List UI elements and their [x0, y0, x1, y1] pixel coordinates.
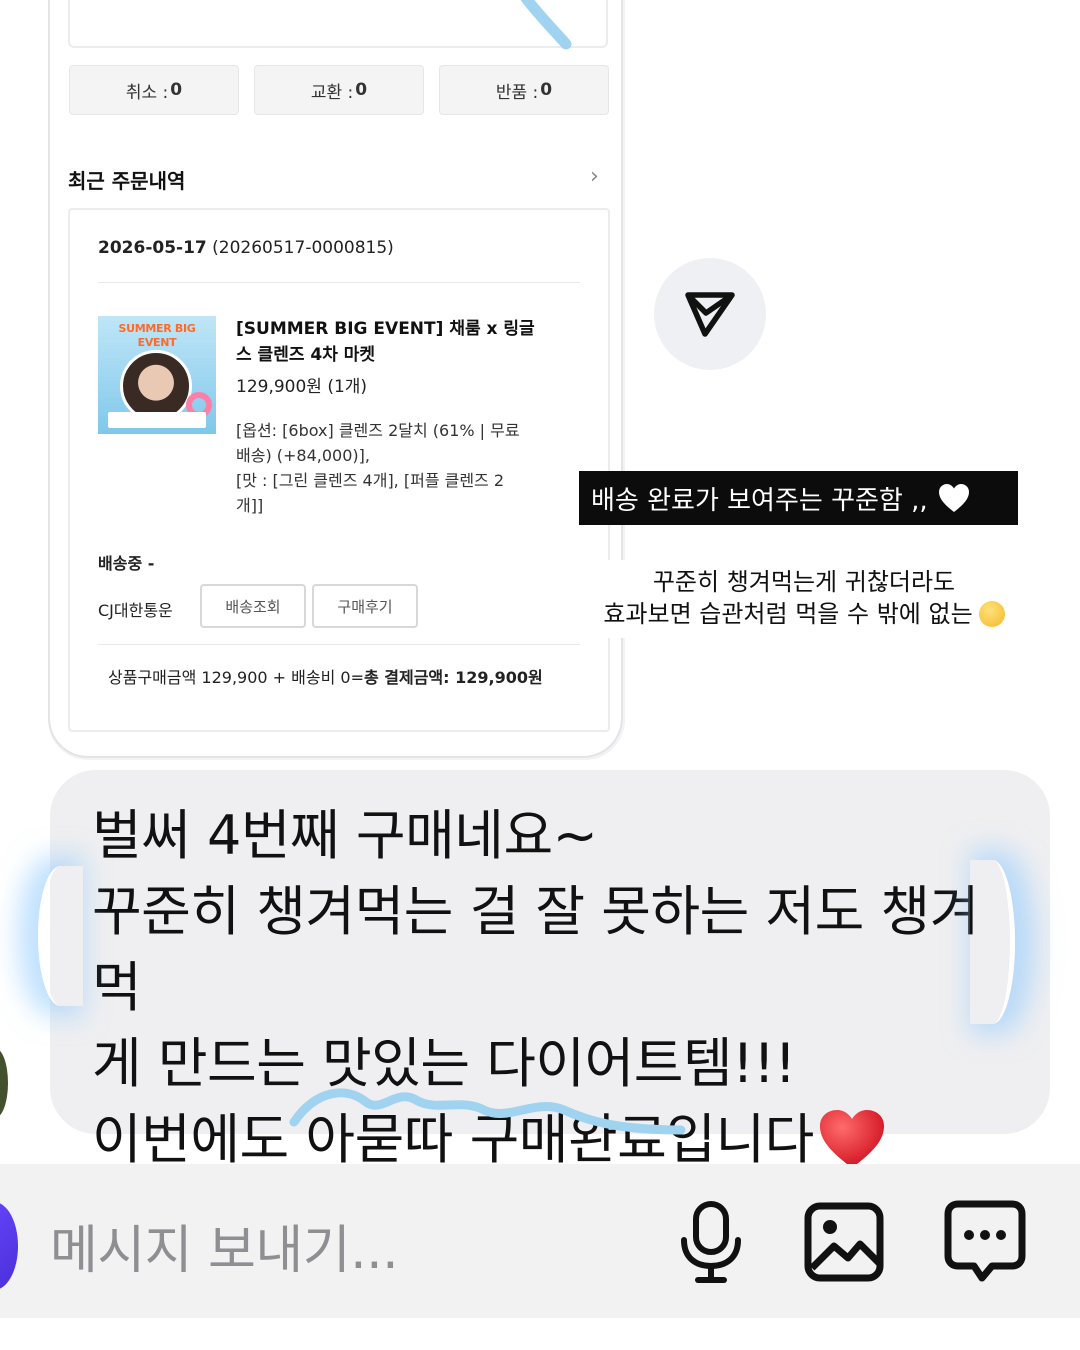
- red-heart-icon: [819, 1110, 884, 1168]
- stat-count: 0: [170, 80, 183, 100]
- product-thumbnail[interactable]: SUMMER BIG EVENT: [98, 316, 216, 434]
- order-date-value: 2026-05-17: [98, 238, 207, 258]
- message-input[interactable]: 메시지 보내기...: [50, 1208, 399, 1283]
- order-number: (20260517-0000815): [206, 238, 394, 258]
- order-date: 2026-05-17 (20260517-0000815): [98, 238, 394, 258]
- caption-black-box: 배송 완료가 보여주는 꾸준함 ,,: [579, 471, 1018, 525]
- blue-scribble-bottom: [289, 1088, 686, 1135]
- order-total: 상품구매금액 129,900 + 배송비 0=총 결제금액: 129,900원: [108, 664, 543, 688]
- white-heart-icon: [938, 484, 969, 512]
- thumbnail-banner: [108, 412, 206, 428]
- profile-photo-edge: [0, 1048, 8, 1118]
- product-name[interactable]: [SUMMER BIG EVENT] 채룸 x 링글스 클렌즈 4차 마켓: [236, 316, 536, 368]
- glow-bracket-right: [970, 860, 1015, 1024]
- total-amount: 총 결제금액: 129,900원: [363, 668, 543, 687]
- glow-bracket-left: [38, 866, 83, 1006]
- order-card: 취소 :0 교환 :0 반품 :0 최근 주문내역 › 2026-05-17 (…: [48, 0, 623, 758]
- order-screenshot: 취소 :0 교환 :0 반품 :0 최근 주문내역 › 2026-05-17 (…: [48, 0, 625, 760]
- caption-line-2-wrap: 효과보면 습관처럼 먹을 수 밖에 없는: [578, 598, 1030, 630]
- thumbnail-event-text: SUMMER BIG EVENT: [118, 322, 196, 349]
- recent-orders-title[interactable]: 최근 주문내역: [68, 165, 185, 194]
- write-review-button[interactable]: 구매후기: [312, 584, 418, 628]
- sticker-chat-icon[interactable]: [944, 1200, 1026, 1282]
- product-price: 129,900원 (1개): [236, 377, 368, 397]
- shushing-face-icon: [978, 601, 1005, 627]
- chevron-right-icon[interactable]: ›: [590, 164, 599, 189]
- stat-count: 0: [540, 80, 553, 100]
- divider: [98, 282, 580, 283]
- shipping-status: 배송중 -: [98, 554, 155, 573]
- caption-white-box: 꾸준히 챙겨먹는게 귀찮더라도 효과보면 습관처럼 먹을 수 밖에 없는: [578, 560, 1030, 638]
- exchange-count-button[interactable]: 교환 :0: [254, 65, 424, 115]
- carrier-name: CJ대한통운: [98, 601, 173, 620]
- gallery-icon[interactable]: [804, 1202, 884, 1282]
- message-composer: 메시지 보내기...: [0, 1164, 1080, 1318]
- stat-count: 0: [355, 80, 368, 100]
- share-button[interactable]: [654, 258, 766, 370]
- caption-black-text: 배송 완료가 보여주는 꾸준함 ,,: [591, 485, 928, 516]
- microphone-icon[interactable]: [676, 1200, 746, 1284]
- stat-label: 교환 :: [310, 82, 354, 103]
- order-item: 2026-05-17 (20260517-0000815) SUMMER BIG…: [68, 208, 610, 732]
- stat-label: 취소 :: [125, 82, 169, 103]
- blue-scribble-top: [520, 0, 572, 50]
- stat-label: 반품 :: [495, 82, 539, 103]
- cancel-count-button[interactable]: 취소 :0: [69, 65, 239, 115]
- send-icon: [685, 292, 735, 337]
- caption-line-1: 꾸준히 챙겨먹는게 귀찮더라도: [652, 568, 956, 596]
- camera-button[interactable]: [0, 1202, 18, 1290]
- track-shipment-button[interactable]: 배송조회: [200, 584, 306, 628]
- return-count-button[interactable]: 반품 :0: [439, 65, 609, 115]
- product-options: [옵션: [6box] 클렌즈 2달치 (61% | 무료 배송) (+84,0…: [236, 421, 520, 515]
- divider: [98, 644, 580, 645]
- total-breakdown: 상품구매금액 129,900 + 배송비 0=: [108, 668, 364, 687]
- caption-line-2: 효과보면 습관처럼 먹을 수 밖에 없는: [603, 600, 973, 628]
